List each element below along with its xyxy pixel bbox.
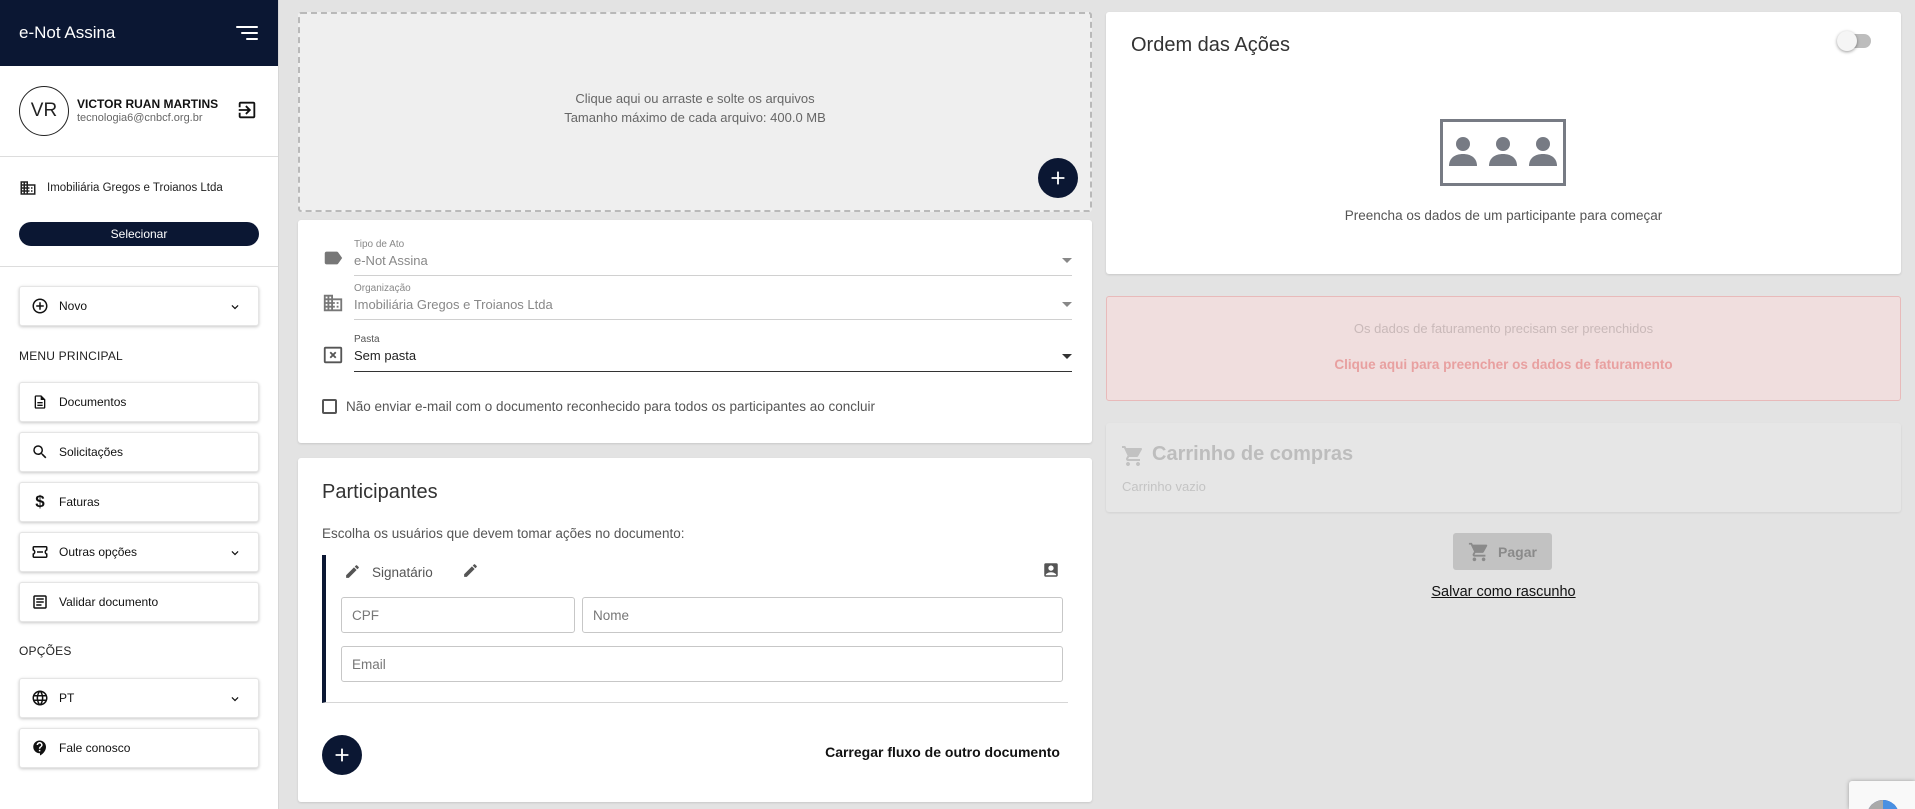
pay-button[interactable]: Pagar <box>1453 533 1552 570</box>
actions-order-card: Ordem das Ações Preencha os dados de um … <box>1106 12 1901 274</box>
order-toggle[interactable] <box>1837 31 1871 51</box>
organizacao-select[interactable]: Organização Imobiliária Gregos e Troiano… <box>354 283 1072 320</box>
organizacao-value: Imobiliária Gregos e Troianos Ltda <box>354 297 553 312</box>
cart-card: Carrinho de compras Carrinho vazio <box>1106 423 1901 512</box>
sidebar-item-label: Solicitações <box>59 445 124 459</box>
menu-icon[interactable] <box>236 25 258 41</box>
user-name: VICTOR RUAN MARTINS <box>77 96 219 111</box>
dollar-icon: $ <box>35 492 45 511</box>
sidebar-header: e-Not Assina <box>0 0 278 66</box>
label-icon <box>324 251 343 265</box>
sidebar-item-faturas[interactable]: $ Faturas <box>19 482 259 522</box>
tipo-ato-label: Tipo de Ato <box>354 239 405 250</box>
user-panel: VR VICTOR RUAN MARTINS tecnologia6@cnbcf… <box>0 66 278 157</box>
pasta-value: Sem pasta <box>354 348 417 363</box>
cart-icon <box>1468 542 1488 561</box>
logout-icon[interactable] <box>236 99 258 121</box>
edit-icon[interactable] <box>462 562 479 579</box>
add-file-button[interactable] <box>1038 158 1078 198</box>
sidebar-item-label: Validar documento <box>59 595 159 609</box>
tipo-ato-select[interactable]: Tipo de Ato e-Not Assina <box>354 239 1072 276</box>
sidebar: e-Not Assina VR VICTOR RUAN MARTINS tecn… <box>0 0 279 809</box>
sidebar-item-solicitacoes[interactable]: Solicitações <box>19 432 259 472</box>
language-label: PT <box>59 691 75 705</box>
dropzone-instruction: Clique aqui ou arraste e solte os arquiv… <box>575 91 815 106</box>
org-name: Imobiliária Gregos e Troianos Ltda <box>47 182 223 194</box>
organizacao-label: Organização <box>354 283 411 294</box>
user-email: tecnologia6@cnbcf.org.br <box>77 112 203 125</box>
sidebar-item-validar-documento[interactable]: Validar documento <box>19 582 259 622</box>
chevron-down-icon <box>231 551 239 556</box>
language-select[interactable]: PT <box>19 678 259 718</box>
novo-label: Novo <box>59 299 88 313</box>
dropdown-arrow-icon <box>1062 302 1072 307</box>
sidebar-item-label: Faturas <box>59 495 100 509</box>
cart-empty-text: Carrinho vazio <box>1122 479 1206 494</box>
add-circle-icon <box>31 297 49 315</box>
search-icon <box>31 443 49 461</box>
email-field[interactable]: Email <box>341 646 1063 682</box>
plus-icon <box>1051 171 1065 185</box>
billing-link[interactable]: Clique aqui para preencher os dados de f… <box>1107 357 1900 372</box>
cart-icon <box>1122 446 1143 466</box>
dropdown-arrow-icon <box>1062 354 1072 359</box>
dropdown-arrow-icon <box>1062 258 1072 263</box>
chevron-down-icon <box>231 305 239 310</box>
recaptcha-icon <box>1868 800 1898 809</box>
save-draft-link[interactable]: Salvar como rascunho <box>1106 584 1901 600</box>
sidebar-item-outras-opcoes[interactable]: Outras opções <box>19 532 259 572</box>
participant-entry: Signatário CPF Nome Email <box>322 555 1068 703</box>
sidebar-item-documentos[interactable]: Documentos <box>19 382 259 422</box>
participants-card: Participantes Escolha os usuários que de… <box>298 458 1092 802</box>
organization-panel: Imobiliária Gregos e Troianos Ltda Selec… <box>0 157 278 267</box>
group-icon <box>1440 119 1566 186</box>
participant-role: Signatário <box>372 565 433 580</box>
dropzone-size-limit: Tamanho máximo de cada arquivo: 400.0 MB <box>564 110 826 125</box>
sidebar-item-label: Outras opções <box>59 545 138 559</box>
folder-off-icon <box>323 346 343 364</box>
help-icon <box>31 739 49 757</box>
name-field[interactable]: Nome <box>582 597 1063 633</box>
sidebar-item-fale-conosco[interactable]: Fale conosco <box>19 728 259 768</box>
plus-icon <box>335 748 349 762</box>
file-dropzone[interactable]: Clique aqui ou arraste e solte os arquiv… <box>298 12 1092 212</box>
chevron-down-icon <box>231 697 239 702</box>
pasta-select[interactable]: Pasta Sem pasta <box>354 334 1072 372</box>
cart-title: Carrinho de compras <box>1152 443 1354 465</box>
main-menu-heading: MENU PRINCIPAL <box>19 349 123 363</box>
actions-empty-text: Preencha os dados de um participante par… <box>1344 208 1663 223</box>
building-icon <box>20 181 36 195</box>
document-icon <box>31 393 49 411</box>
pen-icon <box>346 565 359 578</box>
no-email-checkbox[interactable]: Não enviar e-mail com o documento reconh… <box>322 399 875 414</box>
actions-order-title: Ordem das Ações <box>1131 34 1290 56</box>
participants-title: Participantes <box>322 481 438 503</box>
sidebar-item-label: Documentos <box>59 395 127 409</box>
load-flow-button[interactable]: Carregar fluxo de outro documento <box>825 744 1060 760</box>
globe-icon <box>31 689 49 707</box>
app-title: e-Not Assina <box>19 23 116 42</box>
add-participant-button[interactable] <box>322 735 362 775</box>
no-email-label: Não enviar e-mail com o documento reconh… <box>346 399 876 414</box>
pasta-label: Pasta <box>354 334 380 345</box>
cpf-field[interactable]: CPF <box>341 597 575 633</box>
tipo-ato-value: e-Not Assina <box>354 253 428 268</box>
billing-warning[interactable]: Os dados de faturamento precisam ser pre… <box>1106 296 1901 401</box>
billing-warning-text: Os dados de faturamento precisam ser pre… <box>1353 321 1654 336</box>
pay-label: Pagar <box>1498 543 1537 560</box>
sidebar-item-label: Fale conosco <box>59 741 131 755</box>
contact-card-icon[interactable] <box>1042 561 1060 579</box>
select-org-button[interactable]: Selecionar <box>19 222 259 246</box>
ticket-icon <box>31 543 49 561</box>
building-icon <box>323 294 343 312</box>
options-heading: OPÇÕES <box>19 644 72 658</box>
recaptcha-badge[interactable] <box>1849 781 1915 809</box>
receipt-icon <box>31 593 49 611</box>
participants-subtitle: Escolha os usuários que devem tomar açõe… <box>322 526 685 541</box>
toggle-thumb <box>1837 31 1857 51</box>
novo-menu[interactable]: Novo <box>19 286 259 326</box>
avatar: VR <box>19 86 69 136</box>
document-settings-card: Tipo de Ato e-Not Assina Organização Imo… <box>298 220 1092 443</box>
checkbox-box[interactable] <box>322 399 337 414</box>
